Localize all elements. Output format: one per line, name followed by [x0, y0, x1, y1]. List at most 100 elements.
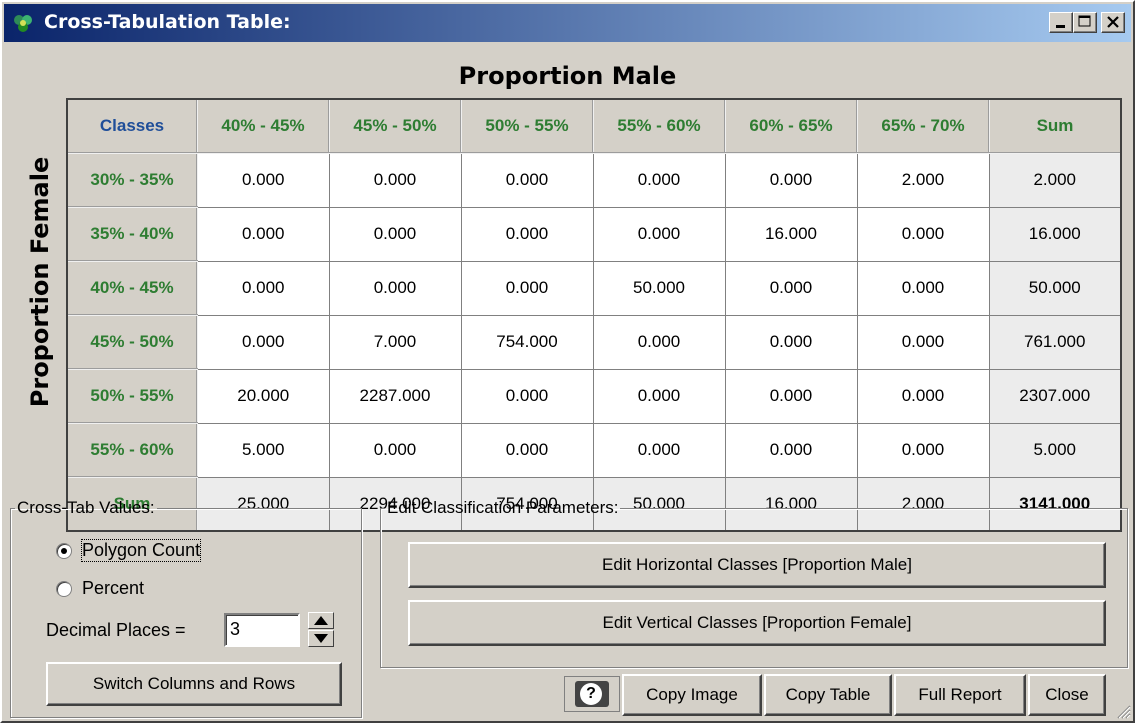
full-report-button[interactable]: Full Report [894, 674, 1026, 716]
table-cell: 0.000 [724, 260, 858, 316]
column-axis-heading: Proportion Male [458, 62, 677, 90]
column-header: 55% - 60% [592, 98, 726, 154]
edit-horizontal-classes-button[interactable]: Edit Horizontal Classes [Proportion Male… [408, 542, 1106, 588]
close-icon [1107, 16, 1119, 28]
table-row: 50% - 55% 20.000 2287.000 0.000 0.000 0.… [66, 368, 1122, 424]
radio-polygon-count-label: Polygon Count [80, 539, 202, 562]
table-cell: 16.000 [724, 206, 858, 262]
column-header-sum: Sum [988, 98, 1122, 154]
table-cell: 0.000 [196, 206, 330, 262]
table-cell: 0.000 [856, 368, 990, 424]
decimal-spin-up[interactable] [308, 612, 334, 629]
table-cell: 0.000 [328, 422, 462, 478]
row-header: 55% - 60% [66, 422, 198, 478]
table-cell: 0.000 [328, 152, 462, 208]
table-cell: 0.000 [724, 422, 858, 478]
table-cell: 754.000 [460, 314, 594, 370]
table-cell: 0.000 [196, 260, 330, 316]
table-cell: 0.000 [460, 422, 594, 478]
row-header: 35% - 40% [66, 206, 198, 262]
table-cell: 0.000 [592, 314, 726, 370]
table-cell: 0.000 [724, 314, 858, 370]
table-cell: 20.000 [196, 368, 330, 424]
row-header: 40% - 45% [66, 260, 198, 316]
table-row: 35% - 40% 0.000 0.000 0.000 0.000 16.000… [66, 206, 1122, 262]
table-cell: 0.000 [592, 368, 726, 424]
crosstab-values-legend: Cross-Tab Values: [17, 498, 155, 517]
help-icon: ? [580, 683, 602, 705]
column-header: 45% - 50% [328, 98, 462, 154]
table-cell: 0.000 [724, 368, 858, 424]
close-window-button[interactable] [1101, 12, 1125, 33]
table-row: 55% - 60% 5.000 0.000 0.000 0.000 0.000 … [66, 422, 1122, 478]
table-cell: 0.000 [328, 206, 462, 262]
table-corner-cell: Classes [66, 98, 198, 154]
table-cell: 0.000 [460, 152, 594, 208]
recycle-icon [14, 15, 32, 32]
cross-tabulation-window: Cross-Tabulation Table: Proportion Male … [0, 0, 1135, 723]
radio-percent-label: Percent [82, 578, 145, 598]
classification-legend: Edit Classification Parameters: [387, 498, 619, 517]
crosstab-table: Classes 40% - 45% 45% - 50% 50% - 55% 55… [66, 98, 1122, 532]
edit-vertical-classes-button[interactable]: Edit Vertical Classes [Proportion Female… [408, 600, 1106, 646]
table-cell: 0.000 [856, 314, 990, 370]
radio-circle-selected[interactable] [56, 542, 72, 559]
table-cell: 0.000 [856, 422, 990, 478]
table-cell: 0.000 [592, 422, 726, 478]
table-header-row: Classes 40% - 45% 45% - 50% 50% - 55% 55… [66, 98, 1122, 154]
maximize-button[interactable] [1073, 12, 1097, 33]
table-cell: 2.000 [856, 152, 990, 208]
table-cell: 0.000 [460, 260, 594, 316]
decimal-places-label: Decimal Places = [46, 620, 186, 640]
help-button[interactable]: ? [564, 676, 620, 712]
resize-grip-icon[interactable] [1115, 703, 1131, 719]
table-cell: 50.000 [592, 260, 726, 316]
row-axis-heading: Proportion Female [26, 156, 54, 408]
radio-polygon-count[interactable]: Polygon Count [56, 539, 202, 562]
row-header: 30% - 35% [66, 152, 198, 208]
decimal-spin-down[interactable] [308, 630, 334, 647]
minimize-icon [1056, 25, 1065, 28]
table-cell: 0.000 [592, 206, 726, 262]
row-sum-cell: 16.000 [988, 206, 1122, 262]
table-cell: 0.000 [328, 260, 462, 316]
table-row: 45% - 50% 0.000 7.000 754.000 0.000 0.00… [66, 314, 1122, 370]
row-sum-cell: 2.000 [988, 152, 1122, 208]
decimal-places-input[interactable]: 3 [224, 613, 300, 647]
column-header: 50% - 55% [460, 98, 594, 154]
table-cell: 0.000 [592, 152, 726, 208]
help-icon-frame: ? [575, 681, 609, 707]
column-header: 65% - 70% [856, 98, 990, 154]
table-cell: 0.000 [460, 368, 594, 424]
minimize-button[interactable] [1049, 12, 1073, 33]
arrow-up-icon [314, 616, 328, 625]
row-sum-cell: 50.000 [988, 260, 1122, 316]
arrow-down-icon [314, 634, 328, 643]
close-button[interactable]: Close [1028, 674, 1106, 716]
copy-table-button[interactable]: Copy Table [764, 674, 892, 716]
table-cell: 7.000 [328, 314, 462, 370]
window-title: Cross-Tabulation Table: [44, 11, 291, 33]
table-cell: 0.000 [856, 206, 990, 262]
row-header: 45% - 50% [66, 314, 198, 370]
table-cell: 0.000 [196, 314, 330, 370]
table-row: 40% - 45% 0.000 0.000 0.000 50.000 0.000… [66, 260, 1122, 316]
radio-percent[interactable]: Percent [56, 578, 144, 599]
table-cell: 2287.000 [328, 368, 462, 424]
row-header: 50% - 55% [66, 368, 198, 424]
maximize-icon [1078, 15, 1091, 27]
table-cell: 0.000 [196, 152, 330, 208]
column-header: 60% - 65% [724, 98, 858, 154]
table-row: 30% - 35% 0.000 0.000 0.000 0.000 0.000 … [66, 152, 1122, 208]
row-sum-cell: 5.000 [988, 422, 1122, 478]
radio-circle[interactable] [56, 580, 72, 597]
row-sum-cell: 2307.000 [988, 368, 1122, 424]
table-cell: 0.000 [460, 206, 594, 262]
table-cell: 0.000 [856, 260, 990, 316]
title-bar[interactable]: Cross-Tabulation Table: [4, 4, 1131, 42]
column-header: 40% - 45% [196, 98, 330, 154]
switch-columns-rows-button[interactable]: Switch Columns and Rows [46, 662, 342, 706]
row-sum-cell: 761.000 [988, 314, 1122, 370]
copy-image-button[interactable]: Copy Image [622, 674, 762, 716]
table-cell: 0.000 [724, 152, 858, 208]
